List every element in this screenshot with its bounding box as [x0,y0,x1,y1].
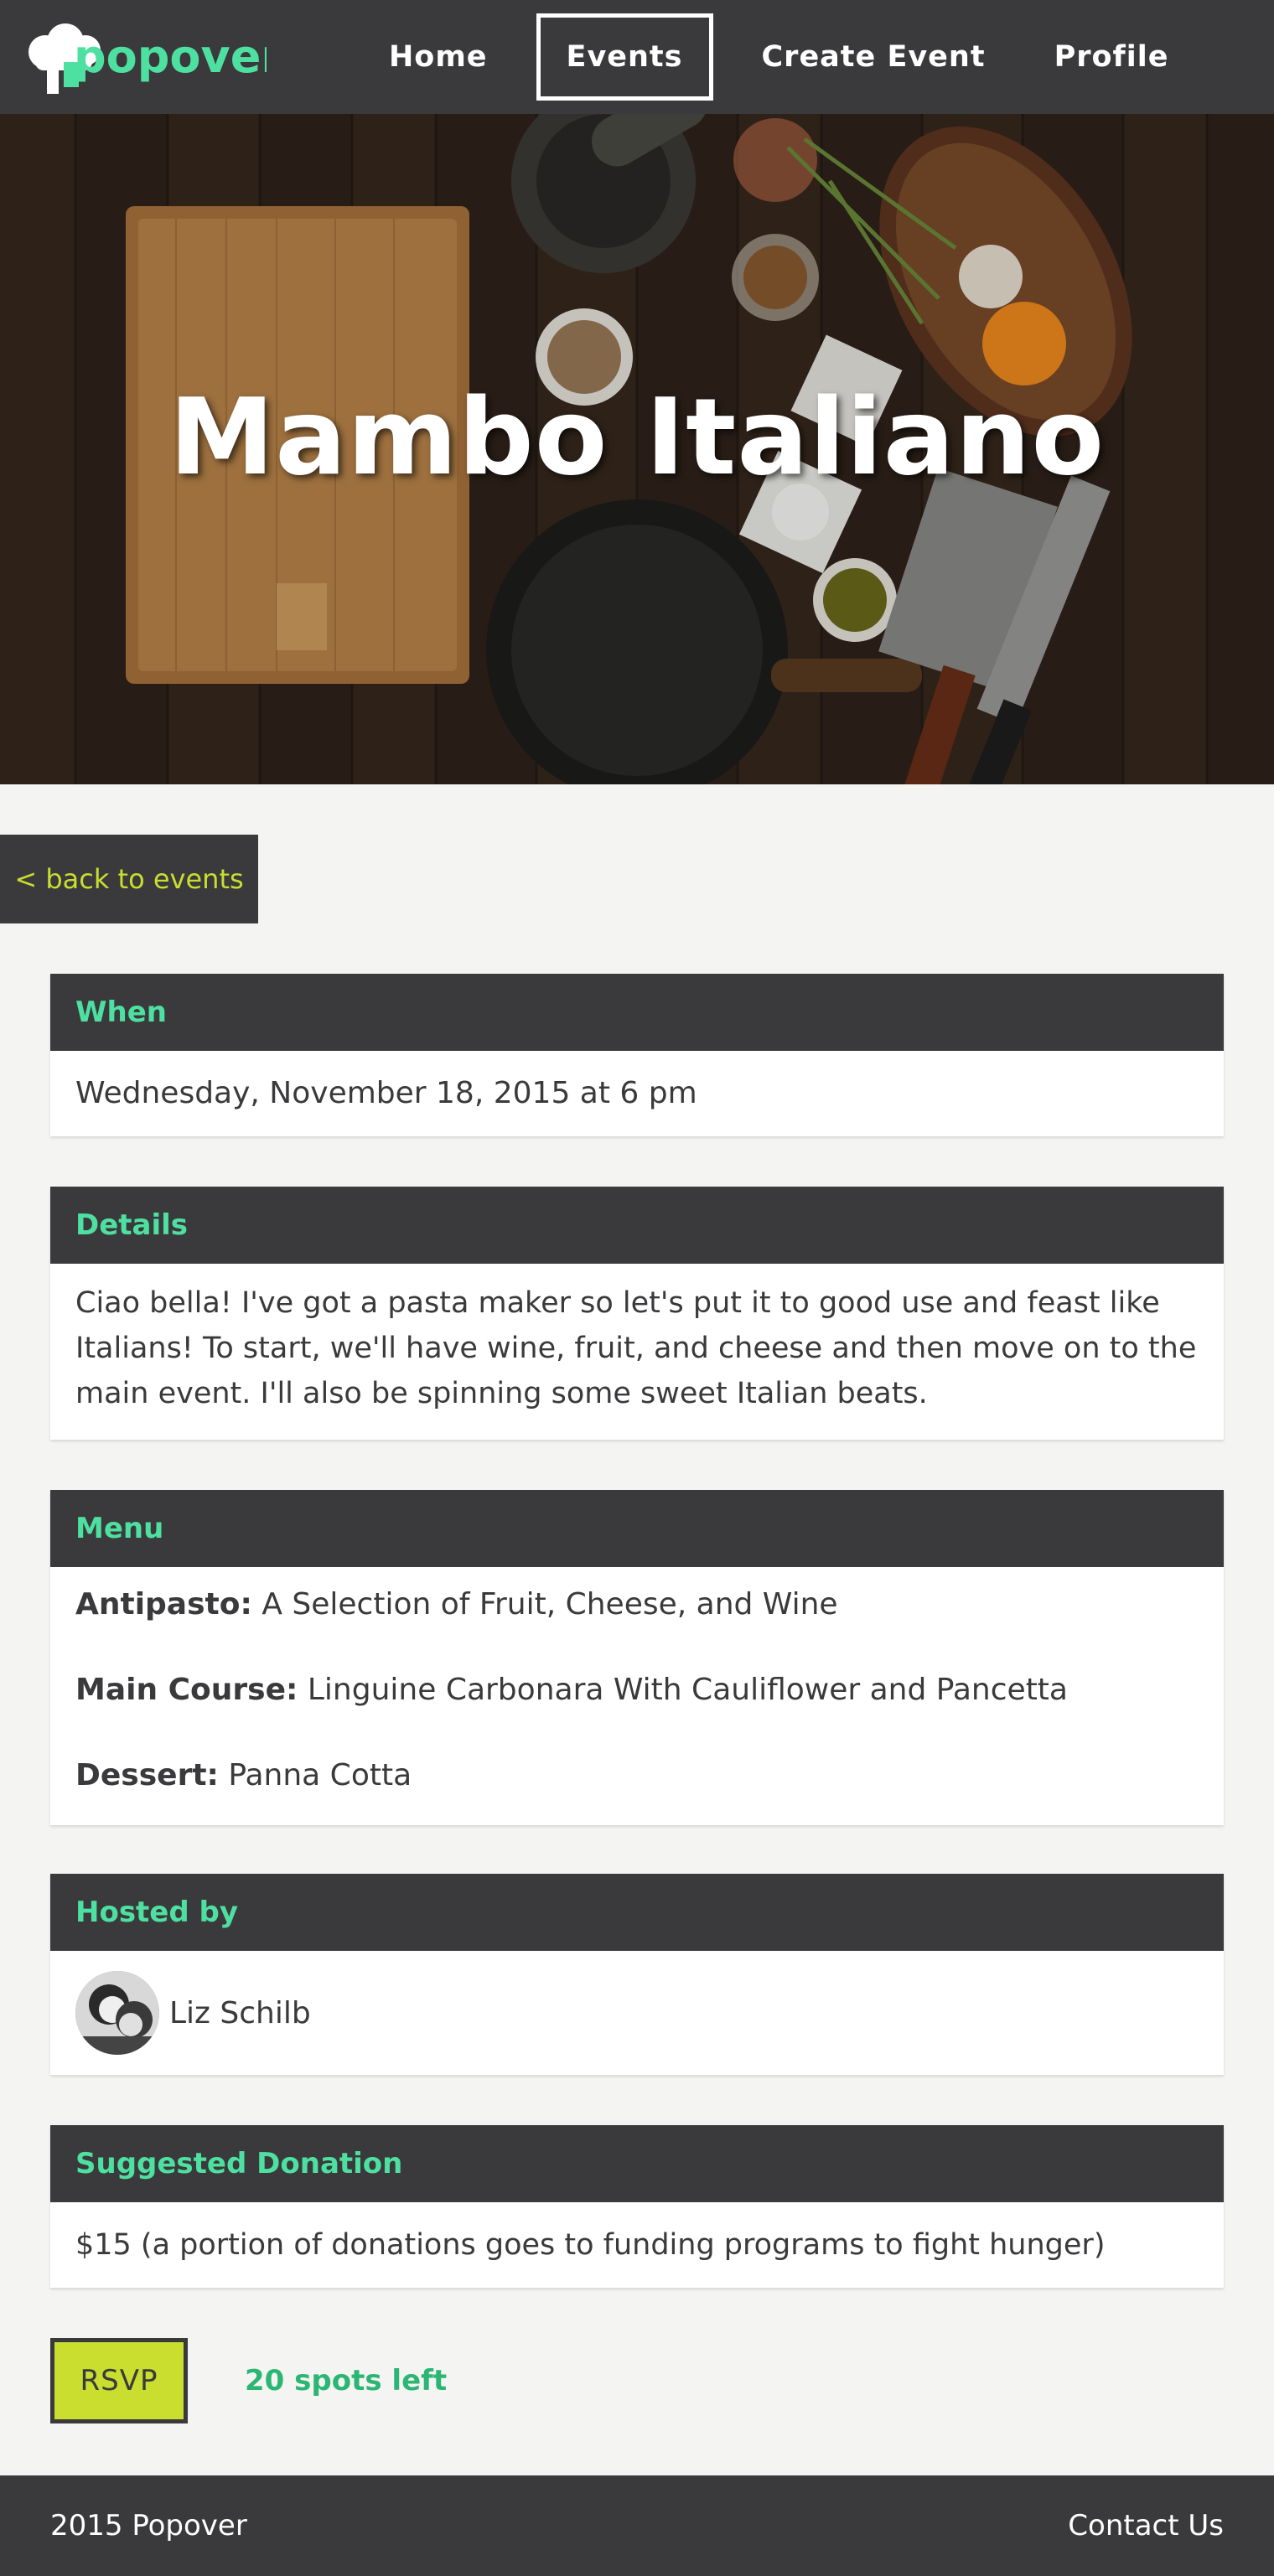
details-heading: Details [50,1187,1224,1264]
nav-links: Home Events Create Event Profile [369,0,1218,114]
donation-text: $15 (a portion of donations goes to fund… [75,2228,1106,2262]
donation-heading: Suggested Donation [50,2125,1224,2202]
logo-text: popover [74,30,267,83]
when-text: Wednesday, November 18, 2015 at 6 pm [75,1076,697,1110]
nav-events-link[interactable]: Events [536,13,713,101]
nav-create-event-link[interactable]: Create Event [742,13,1006,101]
nav-profile-link[interactable]: Profile [1034,13,1189,101]
host-card: Hosted by Liz Schilb [50,1874,1224,2075]
when-card: When Wednesday, November 18, 2015 at 6 p… [50,974,1224,1136]
popover-logo[interactable]: popover [23,20,283,96]
nav-home-link[interactable]: Home [369,13,508,101]
menu-dish: Panna Cotta [228,1758,412,1792]
hero-banner: Mambo Italiano [0,114,1274,784]
when-heading: When [50,974,1224,1051]
host-name[interactable]: Liz Schilb [169,1996,311,2030]
host-avatar[interactable] [75,1971,159,2055]
back-to-events-button[interactable]: < back to events [0,835,258,923]
menu-item-dessert: Dessert: Panna Cotta [75,1755,1199,1797]
top-nav: popover Home Events Create Event Profile [0,0,1274,114]
host-heading: Hosted by [50,1874,1224,1951]
footer-copyright: 2015 Popover [50,2509,247,2542]
menu-course-label: Main Course: [75,1673,298,1707]
contact-us-link[interactable]: Contact Us [1068,2475,1224,2576]
menu-heading: Menu [50,1490,1224,1567]
menu-item-antipasto: Antipasto: A Selection of Fruit, Cheese,… [75,1584,1199,1626]
footer: 2015 Popover Contact Us [0,2475,1274,2576]
details-card: Details Ciao bella! I've got a pasta mak… [50,1187,1224,1440]
menu-item-main-course: Main Course: Linguine Carbonara With Cau… [75,1669,1199,1711]
event-title: Mambo Italiano [168,375,1106,499]
donation-card: Suggested Donation $15 (a portion of don… [50,2125,1224,2288]
rsvp-button[interactable]: RSVP [50,2338,188,2423]
details-text: Ciao bella! I've got a pasta maker so le… [75,1286,1197,1410]
menu-dish: A Selection of Fruit, Cheese, and Wine [262,1587,838,1622]
menu-course-label: Antipasto: [75,1587,252,1622]
host-row[interactable]: Liz Schilb [75,1951,1199,2075]
menu-course-label: Dessert: [75,1758,219,1792]
menu-card: Menu Antipasto: A Selection of Fruit, Ch… [50,1490,1224,1825]
spots-left-text: 20 spots left [245,2364,448,2398]
menu-dish: Linguine Carbonara With Cauliflower and … [307,1673,1068,1707]
